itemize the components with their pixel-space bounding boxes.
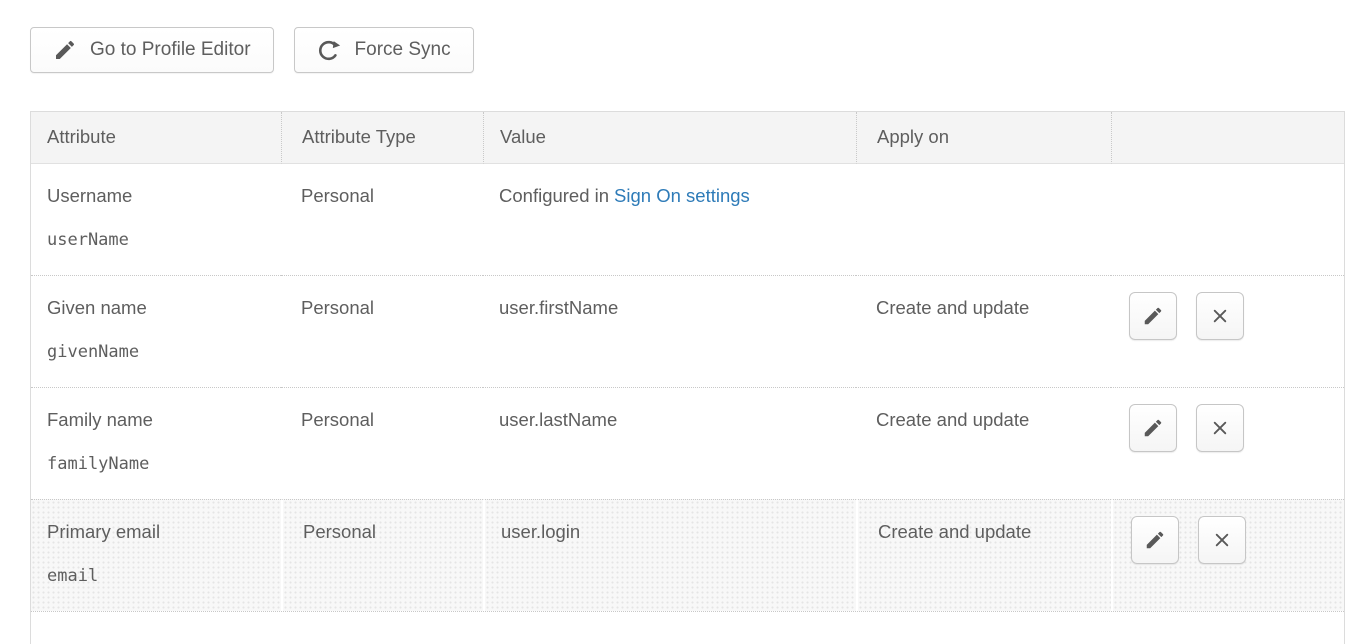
mapping-value: user.login — [483, 499, 856, 611]
force-sync-button[interactable]: Force Sync — [294, 27, 474, 73]
attribute-label: Family name — [47, 409, 265, 430]
table-row-family-name: Family name familyName Personal user.las… — [31, 387, 1344, 499]
attribute-label: Username — [47, 185, 265, 206]
attribute-type: Personal — [281, 164, 483, 275]
attribute-label: Given name — [47, 297, 265, 318]
table-row-partial — [31, 611, 1344, 644]
pencil-icon — [53, 38, 77, 62]
table-row-given-name: Given name givenName Personal user.first… — [31, 275, 1344, 387]
column-header-attribute-type: Attribute Type — [281, 112, 483, 164]
toolbar: Go to Profile Editor Force Sync — [30, 27, 1345, 73]
table-row-primary-email: Primary email email Personal user.login … — [31, 499, 1344, 611]
apply-on-value — [856, 164, 1111, 275]
provisioning-attribute-mappings-page: Go to Profile Editor Force Sync Attribut… — [0, 0, 1370, 644]
go-to-profile-editor-label: Go to Profile Editor — [90, 39, 251, 61]
pencil-icon — [1142, 305, 1164, 327]
close-icon — [1209, 417, 1231, 439]
column-header-value: Value — [483, 112, 856, 164]
table-row-username: Username userName Personal Configured in… — [31, 164, 1344, 275]
edit-attribute-button[interactable] — [1129, 404, 1177, 452]
go-to-profile-editor-button[interactable]: Go to Profile Editor — [30, 27, 274, 73]
attribute-code: email — [47, 566, 265, 586]
attribute-code: userName — [47, 230, 265, 250]
mapping-value: user.lastName — [483, 387, 856, 499]
sign-on-settings-link[interactable]: Sign On settings — [614, 185, 750, 206]
mapping-value: user.firstName — [483, 275, 856, 387]
delete-attribute-button[interactable] — [1196, 404, 1244, 452]
delete-attribute-button[interactable] — [1198, 516, 1246, 564]
table-header-row: Attribute Attribute Type Value Apply on — [31, 112, 1344, 164]
pencil-icon — [1144, 529, 1166, 551]
attribute-type: Personal — [281, 275, 483, 387]
attribute-code: givenName — [47, 342, 265, 362]
pencil-icon — [1142, 417, 1164, 439]
column-header-attribute: Attribute — [31, 112, 281, 164]
attribute-label: Primary email — [47, 521, 265, 542]
attribute-type: Personal — [281, 499, 483, 611]
apply-on-value: Create and update — [856, 387, 1111, 499]
close-icon — [1209, 305, 1231, 327]
attribute-code: familyName — [47, 454, 265, 474]
force-sync-label: Force Sync — [355, 39, 451, 61]
column-header-actions — [1111, 112, 1344, 164]
delete-attribute-button[interactable] — [1196, 292, 1244, 340]
attribute-type: Personal — [281, 387, 483, 499]
edit-attribute-button[interactable] — [1129, 292, 1177, 340]
refresh-icon — [317, 38, 342, 63]
column-header-apply-on: Apply on — [856, 112, 1111, 164]
apply-on-value: Create and update — [856, 275, 1111, 387]
attribute-mappings-table: Attribute Attribute Type Value Apply on … — [30, 111, 1345, 644]
value-text: Configured in — [499, 185, 609, 206]
apply-on-value: Create and update — [856, 499, 1111, 611]
edit-attribute-button[interactable] — [1131, 516, 1179, 564]
close-icon — [1211, 529, 1233, 551]
